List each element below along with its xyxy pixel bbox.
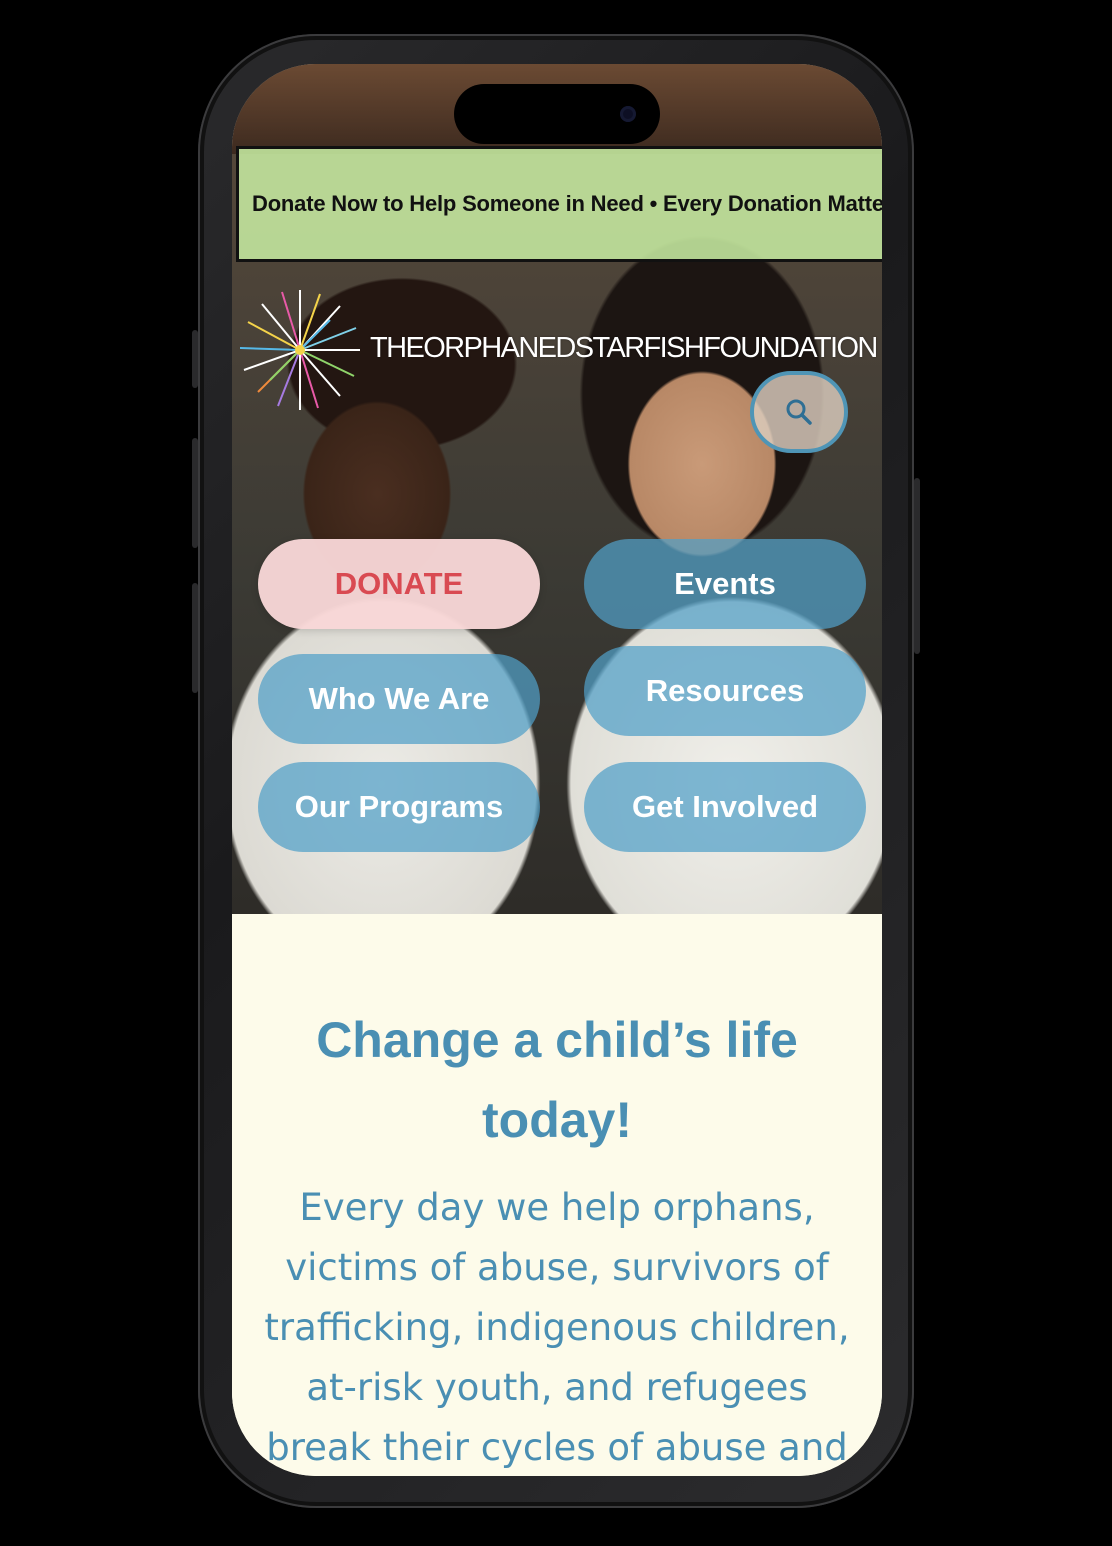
events-button[interactable]: Events xyxy=(584,539,866,629)
donation-ticker[interactable]: Donate Now to Help Someone in Need • Eve… xyxy=(236,146,882,262)
page-headline: Change a child’s life today! xyxy=(316,1012,798,1148)
search-button[interactable] xyxy=(750,371,848,453)
phone-screen: Donate Now to Help Someone in Need • Eve… xyxy=(232,64,882,1476)
search-icon xyxy=(786,399,812,425)
who-we-are-button[interactable]: Who We Are xyxy=(258,654,540,744)
intro-paragraph: Every day we help orphans, victims of ab… xyxy=(264,1186,850,1469)
ticker-text: Donate Now to Help Someone in Need • Eve… xyxy=(252,191,882,216)
dynamic-island xyxy=(454,84,660,144)
power-button xyxy=(914,478,920,654)
intro-section: Change a child’s life today! Every day w… xyxy=(232,914,882,1476)
donate-button[interactable]: DONATE xyxy=(258,539,540,629)
camera-icon xyxy=(620,106,636,122)
resources-button[interactable]: Resources xyxy=(584,646,866,736)
starburst-logo[interactable] xyxy=(240,288,360,412)
our-programs-button[interactable]: Our Programs xyxy=(258,762,540,852)
brand-wordmark[interactable]: THEORPHANEDSTARFISHFOUNDATION xyxy=(370,332,878,365)
get-involved-button[interactable]: Get Involved xyxy=(584,762,866,852)
